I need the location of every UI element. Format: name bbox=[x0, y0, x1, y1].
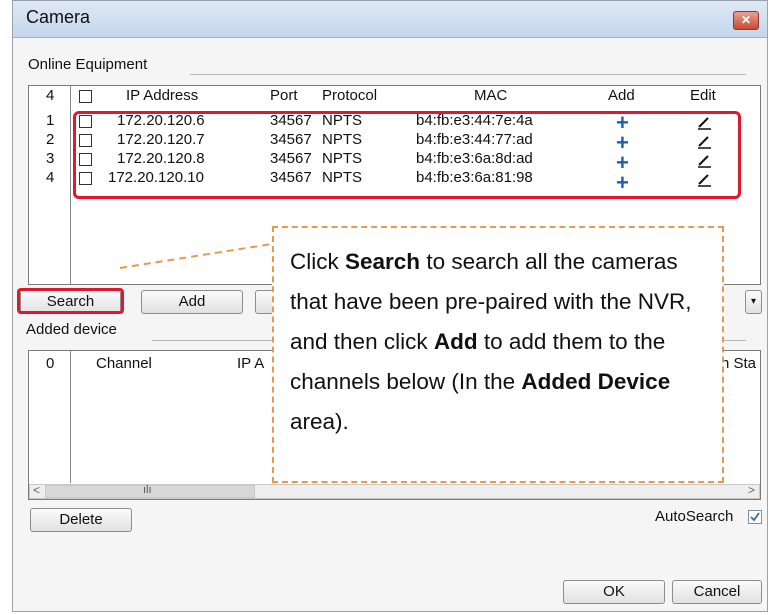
column-header-ip: IP A bbox=[237, 355, 265, 372]
window-title: Camera bbox=[26, 7, 91, 27]
column-header-status: n Sta bbox=[721, 355, 757, 372]
select-all-checkbox[interactable] bbox=[79, 90, 92, 103]
row-number: 4 bbox=[46, 169, 55, 186]
row-number: 1 bbox=[46, 112, 55, 129]
added-device-label: Added device bbox=[26, 321, 117, 338]
dropdown-arrow-icon[interactable]: ▾ bbox=[745, 290, 762, 314]
column-header-ip: IP Address bbox=[126, 87, 199, 104]
callout-bold-text: Added Device bbox=[521, 369, 671, 394]
cancel-button[interactable]: Cancel bbox=[672, 580, 762, 604]
online-equipment-label: Online Equipment bbox=[28, 56, 148, 73]
callout-bold-text: Search bbox=[345, 249, 421, 274]
close-icon[interactable]: ✕ bbox=[733, 11, 759, 30]
row-number: 2 bbox=[46, 131, 55, 148]
scroll-right-icon[interactable]: > bbox=[748, 483, 755, 497]
column-divider bbox=[70, 351, 71, 483]
online-count: 4 bbox=[46, 87, 55, 104]
column-divider bbox=[70, 86, 71, 284]
autosearch-label: AutoSearch bbox=[655, 508, 734, 525]
autosearch-checkbox[interactable] bbox=[748, 510, 762, 524]
device-list-highlight bbox=[73, 111, 741, 199]
delete-button[interactable]: Delete bbox=[30, 508, 132, 532]
column-header-edit: Edit bbox=[690, 87, 716, 104]
row-number: 3 bbox=[46, 150, 55, 167]
add-button[interactable]: Add bbox=[141, 290, 243, 314]
instruction-callout: Click Search to search all the cameras t… bbox=[272, 226, 724, 483]
column-header-mac: MAC bbox=[474, 87, 508, 104]
callout-text: Click bbox=[290, 249, 345, 274]
callout-bold-text: Add bbox=[433, 329, 478, 354]
added-count: 0 bbox=[46, 355, 55, 372]
title-bar: Camera ✕ bbox=[13, 1, 767, 38]
callout-text: area). bbox=[290, 409, 349, 434]
column-header-channel: Channel bbox=[96, 355, 152, 372]
search-button-highlight bbox=[17, 288, 124, 314]
column-header-protocol: Protocol bbox=[322, 87, 378, 104]
column-header-add: Add bbox=[608, 87, 635, 104]
scrollbar-grip: ılı bbox=[143, 484, 152, 496]
ok-button[interactable]: OK bbox=[563, 580, 665, 604]
group-divider bbox=[190, 74, 746, 75]
column-header-port: Port bbox=[270, 87, 298, 104]
scroll-left-icon[interactable]: < bbox=[33, 483, 40, 497]
